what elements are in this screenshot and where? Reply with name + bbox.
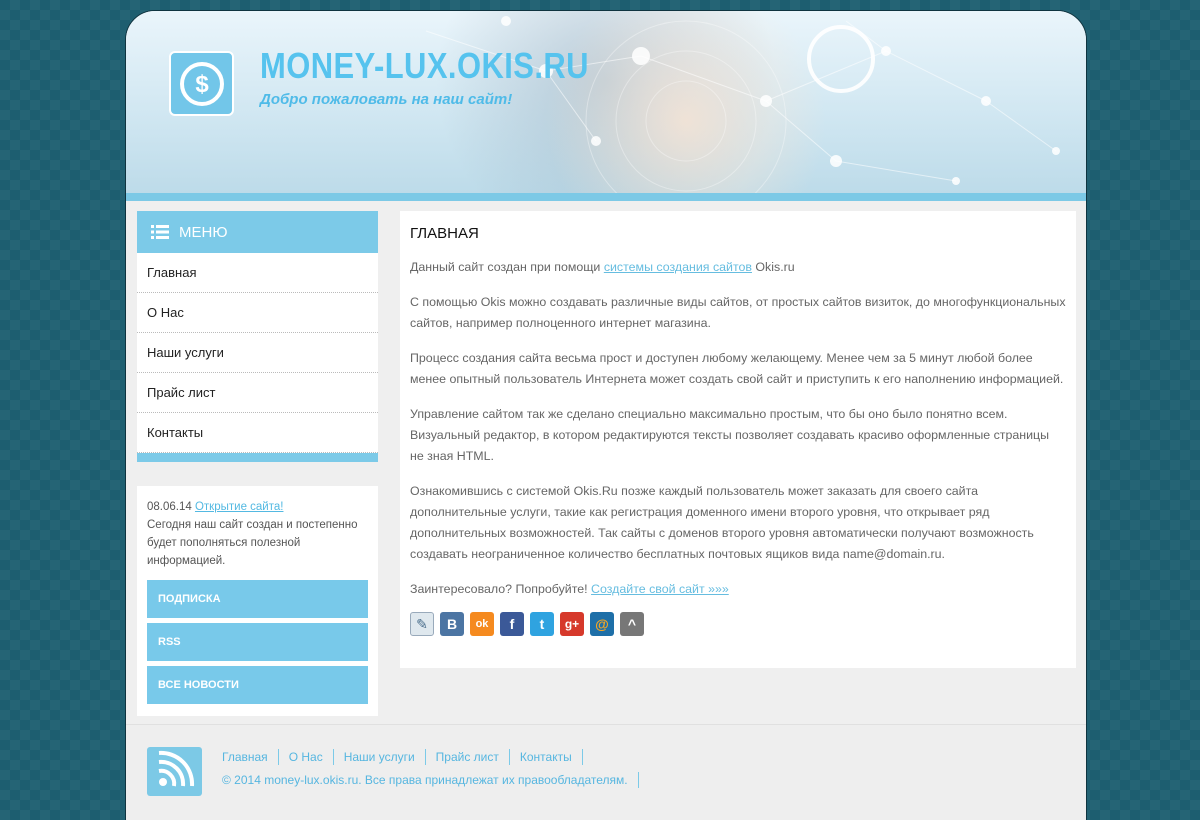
site-slogan: Добро пожаловать на наш сайт!: [260, 91, 513, 108]
menu-title: МЕНЮ: [179, 223, 228, 241]
header-divider: [126, 193, 1086, 201]
social-share-bar: ✎ B ok f t g+ @ ^: [410, 612, 1066, 636]
sidebar-item-contacts[interactable]: Контакты: [137, 413, 378, 453]
news-entry: 08.06.14 Открытие сайта! Сегодня наш сай…: [147, 498, 368, 570]
livejournal-icon[interactable]: ✎: [410, 612, 434, 636]
footer-link-home[interactable]: Главная: [222, 749, 279, 765]
news-date: 08.06.14: [147, 501, 192, 513]
vkontakte-icon[interactable]: B: [440, 612, 464, 636]
content-paragraph-5: Ознакомившись с системой Okis.Ru позже к…: [410, 484, 1034, 561]
content-paragraph-3: Процесс создания сайта весьма прост и до…: [410, 351, 1064, 386]
content-paragraph-1: Данный сайт создан при помощи системы со…: [410, 257, 1066, 278]
p1-text-before: Данный сайт создан при помощи: [410, 260, 604, 274]
site-logo[interactable]: $: [169, 51, 234, 116]
sidebar-item-about[interactable]: О Нас: [137, 293, 378, 333]
svg-text:$: $: [195, 71, 209, 98]
dollar-icon: $: [179, 61, 224, 106]
content-paragraph-2: С помощью Okis можно создавать различные…: [410, 295, 1066, 330]
page-container: $ MONEY-LUX.OKIS.RU Добро пожаловать на …: [125, 10, 1087, 820]
mail-ru-icon[interactable]: @: [590, 612, 614, 636]
rss-button[interactable]: RSS: [147, 623, 368, 661]
site-header: $ MONEY-LUX.OKIS.RU Добро пожаловать на …: [126, 11, 1086, 193]
news-widget: 08.06.14 Открытие сайта! Сегодня наш сай…: [137, 486, 378, 716]
sidebar-item-prices[interactable]: Прайс лист: [137, 373, 378, 413]
subscribe-button[interactable]: ПОДПИСКА: [147, 580, 368, 618]
create-site-link[interactable]: Создайте свой сайт »»»: [591, 582, 729, 596]
footer-link-services[interactable]: Наши услуги: [334, 749, 426, 765]
facebook-icon[interactable]: f: [500, 612, 524, 636]
menu-header: МЕНЮ: [137, 211, 378, 253]
page-title: ГЛАВНАЯ: [410, 225, 479, 242]
menu-footer-bar: [137, 453, 378, 462]
content-paragraph-6: Заинтересовало? Попробуйте! Создайте сво…: [410, 579, 1066, 600]
sidebar-menu: МЕНЮ Главная О Нас Наши услуги Прайс лис…: [137, 211, 378, 462]
footer-rss-box[interactable]: [147, 747, 202, 796]
p6-text-before: Заинтересовало? Попробуйте!: [410, 582, 592, 596]
list-icon: [151, 225, 169, 239]
news-link[interactable]: Открытие сайта!: [195, 501, 284, 513]
site-footer: Главная О Нас Наши услуги Прайс лист Кон…: [126, 724, 1086, 820]
site-title[interactable]: MONEY-LUX.OKIS.RU: [260, 45, 589, 87]
all-news-button[interactable]: ВСЕ НОВОСТИ: [147, 666, 368, 704]
footer-link-contacts[interactable]: Контакты: [510, 749, 583, 765]
footer-link-about[interactable]: О Нас: [279, 749, 334, 765]
copyright-text: © 2014 money-lux.okis.ru. Все права прин…: [222, 772, 639, 788]
odnoklassniki-icon[interactable]: ok: [470, 612, 494, 636]
site-builder-link[interactable]: системы создания сайтов: [604, 260, 752, 274]
main-content: ГЛАВНАЯ Данный сайт создан при помощи си…: [400, 211, 1076, 668]
footer-link-prices[interactable]: Прайс лист: [426, 749, 510, 765]
sidebar-item-services[interactable]: Наши услуги: [137, 333, 378, 373]
p1-text-after: Okis.ru: [751, 260, 795, 274]
more-share-icon[interactable]: ^: [620, 612, 644, 636]
sidebar-item-home[interactable]: Главная: [137, 253, 378, 293]
content-paragraph-4: Управление сайтом так же сделано специал…: [410, 407, 1050, 463]
footer-nav: Главная О Нас Наши услуги Прайс лист Кон…: [222, 749, 583, 765]
twitter-icon[interactable]: t: [530, 612, 554, 636]
rss-icon: [158, 750, 195, 787]
google-plus-icon[interactable]: g+: [560, 612, 584, 636]
news-text: Сегодня наш сайт создан и постепенно буд…: [147, 519, 358, 567]
